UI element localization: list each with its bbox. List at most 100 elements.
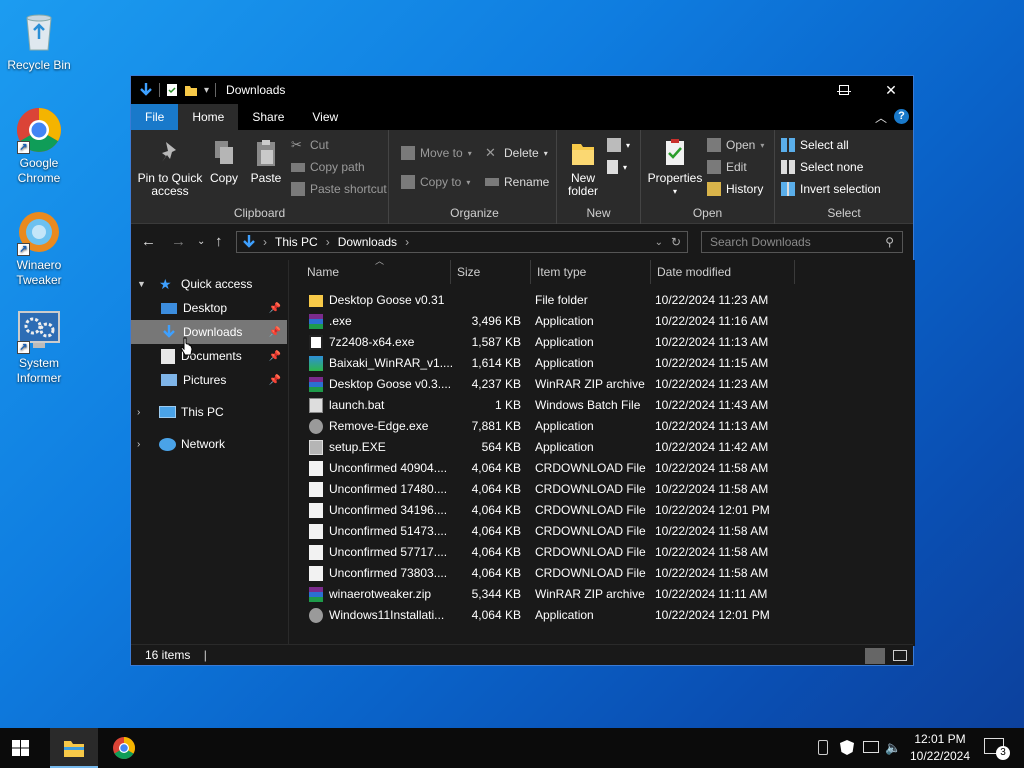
delete-button[interactable]: ✕ Delete ▾ [485, 146, 548, 161]
usb-device-icon[interactable] [818, 740, 828, 755]
table-row[interactable]: launch.bat 1 KB Windows Batch File 10/22/20… [307, 395, 907, 416]
table-row[interactable]: Unconfirmed 51473.... 4,064 KB CRDOWNLOAD … [307, 521, 907, 542]
clock-time: 12:01 PM [914, 732, 966, 746]
table-row[interactable]: Unconfirmed 73803.... 4,064 KB CRDOWNLOAD … [307, 563, 907, 584]
column-date-header[interactable]: Date modified [649, 260, 795, 284]
properties-quick-icon[interactable] [166, 83, 178, 97]
nav-this-pc[interactable]: › This PC [137, 400, 287, 424]
tab-home[interactable]: Home [178, 104, 239, 130]
table-row[interactable]: Unconfirmed 34196.... 4,064 KB CRDOWNLOAD … [307, 500, 907, 521]
desktop-icon-system-informer[interactable]: ↗ System Informer [2, 306, 76, 386]
desktop-icon-recycle-bin[interactable]: Recycle Bin [2, 8, 76, 73]
expanded-chevron-icon[interactable]: ▼ [137, 279, 153, 289]
large-icons-view-icon[interactable] [893, 650, 907, 661]
copy-button[interactable]: Copy [207, 138, 241, 185]
select-none-label: Select none [800, 160, 864, 174]
address-bar[interactable]: › This PC › Downloads › ⌄ ↻ [236, 231, 688, 253]
properties-button[interactable]: Properties ▾ [645, 138, 705, 198]
blank-file-icon [309, 503, 323, 518]
notification-center-icon[interactable]: 3 [984, 738, 1010, 760]
new-item-button[interactable]: ▾ [607, 138, 630, 152]
table-row[interactable]: Windows11Installati... 4,064 KB Applicatio… [307, 605, 907, 626]
table-row[interactable]: setup.EXE 564 KB Application 10/22/2024 11:… [307, 437, 907, 458]
table-row[interactable]: 7z2408-x64.exe 1,587 KB Application 10/22/2… [307, 332, 907, 353]
nav-network[interactable]: › Network [137, 432, 287, 456]
tab-share[interactable]: Share [238, 104, 298, 130]
cut-label: Cut [310, 138, 329, 152]
rename-button[interactable]: Rename [485, 175, 549, 189]
tab-view[interactable]: View [298, 104, 352, 130]
column-size-header[interactable]: Size [449, 260, 531, 284]
pin-to-quick-access-button[interactable]: Pin to Quick access [137, 138, 203, 198]
nav-item-downloads[interactable]: Downloads 📌 [131, 320, 287, 344]
address-history-dropdown-icon[interactable]: ⌄ [655, 237, 663, 248]
collapsed-chevron-icon[interactable]: › [137, 407, 153, 418]
maximize-button[interactable] [821, 76, 867, 104]
volume-muted-icon[interactable]: 🔈 [885, 740, 901, 756]
invert-selection-button[interactable]: Invert selection [781, 182, 881, 196]
recent-locations-icon[interactable]: ⌄ [197, 236, 205, 247]
back-arrow-icon[interactable]: ← [141, 233, 156, 250]
new-folder-quick-icon[interactable] [184, 83, 198, 97]
title-bar[interactable]: ▾ Downloads — [131, 76, 913, 104]
table-row[interactable]: Desktop Goose v0.31 File folder 10/22/2024… [307, 290, 907, 311]
collapsed-chevron-icon[interactable]: › [137, 439, 153, 450]
open-button[interactable]: Open ▾ [707, 138, 764, 152]
winaero-tweaker-icon: ↗ [15, 208, 63, 256]
column-name-header[interactable]: Name [289, 260, 451, 284]
table-row[interactable]: Baixaki_WinRAR_v1.... 1,614 KB Application… [307, 353, 907, 374]
taskbar-file-explorer-button[interactable] [50, 728, 98, 768]
close-button[interactable]: ✕ [868, 76, 914, 104]
select-none-button[interactable]: Select none [781, 160, 863, 174]
minimize-ribbon-icon[interactable]: ︿ [875, 109, 887, 126]
table-row[interactable]: Remove-Edge.exe 7,881 KB Application 10/22/… [307, 416, 907, 437]
history-label: History [726, 182, 764, 196]
start-windows-icon[interactable] [12, 740, 29, 756]
select-all-button[interactable]: Select all [781, 138, 849, 152]
copy-to-button[interactable]: Copy to ▾ [401, 175, 470, 189]
forward-arrow-icon[interactable]: → [171, 233, 186, 250]
table-row[interactable]: Unconfirmed 40904.... 4,064 KB CRDOWNLOAD … [307, 458, 907, 479]
security-shield-icon[interactable] [840, 740, 854, 755]
paste-button[interactable]: Paste [247, 138, 285, 185]
table-row[interactable]: .exe 3,496 KB Application 10/22/2024 11:16 … [307, 311, 907, 332]
details-view-icon[interactable] [865, 648, 885, 664]
taskbar-chrome-button[interactable] [100, 728, 148, 768]
file-type: WinRAR ZIP archive [535, 587, 645, 601]
history-button[interactable]: History [707, 182, 763, 196]
table-row[interactable]: Unconfirmed 17480.... 4,064 KB CRDOWNLOAD … [307, 479, 907, 500]
desktop-icon-google-chrome[interactable]: ↗ Google Chrome [2, 106, 76, 186]
paste-shortcut-button[interactable]: Paste shortcut [291, 182, 387, 196]
nav-item-desktop[interactable]: Desktop 📌 [161, 296, 287, 320]
nav-quick-access[interactable]: ▼ ★ Quick access [137, 272, 287, 296]
cut-button[interactable]: ✂ Cut [291, 138, 329, 153]
table-row[interactable]: Desktop Goose v0.3.... 4,237 KB WinRAR ZIP… [307, 374, 907, 395]
desktop-icon-winaero-tweaker[interactable]: ↗ Winaero Tweaker [2, 208, 76, 288]
up-arrow-icon[interactable]: ↑ [215, 233, 223, 250]
table-row[interactable]: Unconfirmed 57717.... 4,064 KB CRDOWNLOAD … [307, 542, 907, 563]
copy-path-button[interactable]: Copy path [291, 160, 365, 174]
clock[interactable]: 12:01 PM 10/22/2024 [908, 731, 972, 765]
nav-item-pictures[interactable]: Pictures 📌 [161, 368, 287, 392]
network-status-icon[interactable] [863, 741, 879, 753]
tab-file[interactable]: File [131, 104, 179, 130]
new-folder-button[interactable]: New folder [563, 138, 603, 198]
downloads-location-icon [243, 235, 255, 248]
help-icon[interactable]: ? [894, 109, 909, 124]
new-folder-label-line2: folder [567, 184, 599, 198]
file-size: 3,496 KB [471, 314, 521, 328]
table-row[interactable]: winaerotweaker.zip 5,344 KB WinRAR ZIP arc… [307, 584, 907, 605]
breadcrumb-this-pc[interactable]: This PC [275, 235, 318, 249]
search-input[interactable]: Search Downloads ⚲ [701, 231, 903, 253]
new-folder-icon [569, 138, 597, 168]
refresh-icon[interactable]: ↻ [671, 235, 681, 249]
move-to-button[interactable]: Move to ▾ [401, 146, 472, 160]
file-date: 10/22/2024 11:15 AM [655, 356, 769, 370]
breadcrumb-downloads[interactable]: Downloads [338, 235, 397, 249]
column-type-header[interactable]: Item type [529, 260, 651, 284]
edit-button[interactable]: Edit [707, 160, 747, 174]
file-size: 5,344 KB [471, 587, 521, 601]
open-group: Properties ▾ Open ▾ Edit History Open [641, 130, 775, 224]
customize-toolbar-icon[interactable]: ▾ [204, 85, 209, 96]
easy-access-button[interactable]: ▾ [607, 160, 627, 174]
